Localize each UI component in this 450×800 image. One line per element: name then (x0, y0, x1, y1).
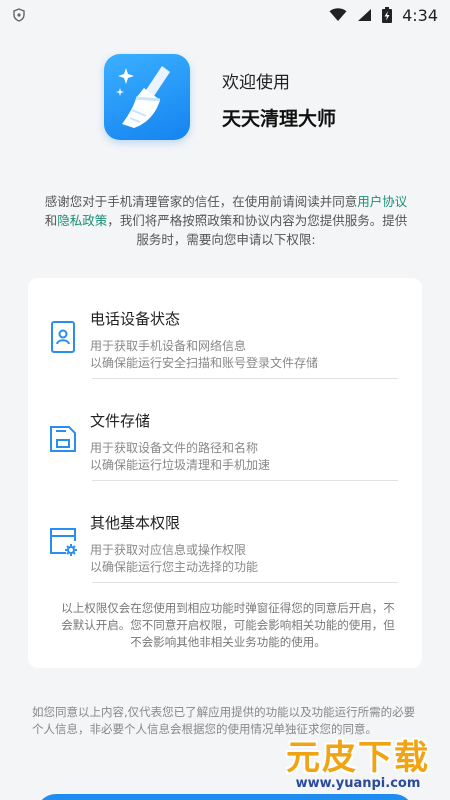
permission-item-phone-state: 电话设备状态 用于获取手机设备和网络信息 以确保能运行安全扫描和账号登录文件存储 (28, 288, 422, 388)
app-header: 欢迎使用 天天清理大师 (0, 54, 450, 144)
user-agreement-link[interactable]: 用户协议 (357, 194, 407, 209)
intro-part1: 感谢您对于手机清理管家的信任，在使用前请阅读并同意 (44, 194, 358, 209)
intro-part2: ，我们将严格按照政策和协议内容为您提供服务。提供服务时，需要向您申请以下权限: (107, 213, 408, 247)
intro-text: 感谢您对于手机清理管家的信任，在使用前请阅读并同意用户协议和隐私政策，我们将严格… (40, 192, 412, 249)
divider (92, 480, 398, 481)
permission-desc-line: 以确保能运行安全扫描和账号登录文件存储 (90, 356, 319, 370)
broom-icon (104, 54, 190, 140)
divider (92, 582, 398, 583)
permission-item-file-storage: 文件存储 用于获取设备文件的路径和名称 以确保能运行垃圾清理和手机加速 (28, 390, 422, 490)
storage-icon (50, 426, 76, 452)
permission-desc-line: 用于获取手机设备和网络信息 (90, 339, 247, 353)
permission-desc-line: 以确保能运行您主动选择的功能 (90, 560, 259, 574)
clock: 4:34 (402, 5, 438, 25)
permission-title: 文件存储 (90, 412, 151, 430)
permission-note: 以上权限仅会在您使用到相应功能时弹窗征得您的同意后开启，不会默认开启。您不同意开… (61, 601, 395, 649)
permission-description: 用于获取对应信息或操作权限 以确保能运行您主动选择的功能 (90, 542, 258, 576)
watermark-url: www.yuanpi.com (295, 776, 421, 791)
app-name: 天天清理大师 (222, 108, 337, 130)
permission-desc-line: 用于获取对应信息或操作权限 (90, 543, 247, 557)
signal-icon (358, 9, 372, 21)
permissions-card: 电话设备状态 用于获取手机设备和网络信息 以确保能运行安全扫描和账号登录文件存储… (28, 278, 422, 668)
shield-icon (13, 8, 25, 22)
divider (92, 378, 398, 379)
permission-desc-line: 以确保能运行垃圾清理和手机加速 (90, 458, 271, 472)
permission-description: 用于获取手机设备和网络信息 以确保能运行安全扫描和账号登录文件存储 (90, 338, 318, 372)
phone-id-icon (51, 321, 75, 353)
permission-item-other: 其他基本权限 用于获取对应信息或操作权限 以确保能运行您主动选择的功能 (28, 492, 422, 592)
status-bar: 4:34 (0, 0, 450, 30)
permission-title: 电话设备状态 (90, 310, 181, 328)
intro-and: 和 (44, 213, 58, 228)
settings-window-icon (50, 528, 77, 556)
watermark-text: 元皮下载 (286, 738, 430, 778)
watermark: 元皮下载 www.yuanpi.com (272, 730, 444, 796)
wifi-icon (329, 8, 347, 21)
privacy-policy-link[interactable]: 隐私政策 (57, 213, 107, 228)
permission-title: 其他基本权限 (90, 514, 181, 532)
permission-description: 用于获取设备文件的路径和名称 以确保能运行垃圾清理和手机加速 (90, 440, 270, 474)
welcome-text: 欢迎使用 (222, 73, 290, 93)
battery-charging-icon (382, 7, 393, 23)
permission-desc-line: 用于获取设备文件的路径和名称 (90, 441, 259, 455)
